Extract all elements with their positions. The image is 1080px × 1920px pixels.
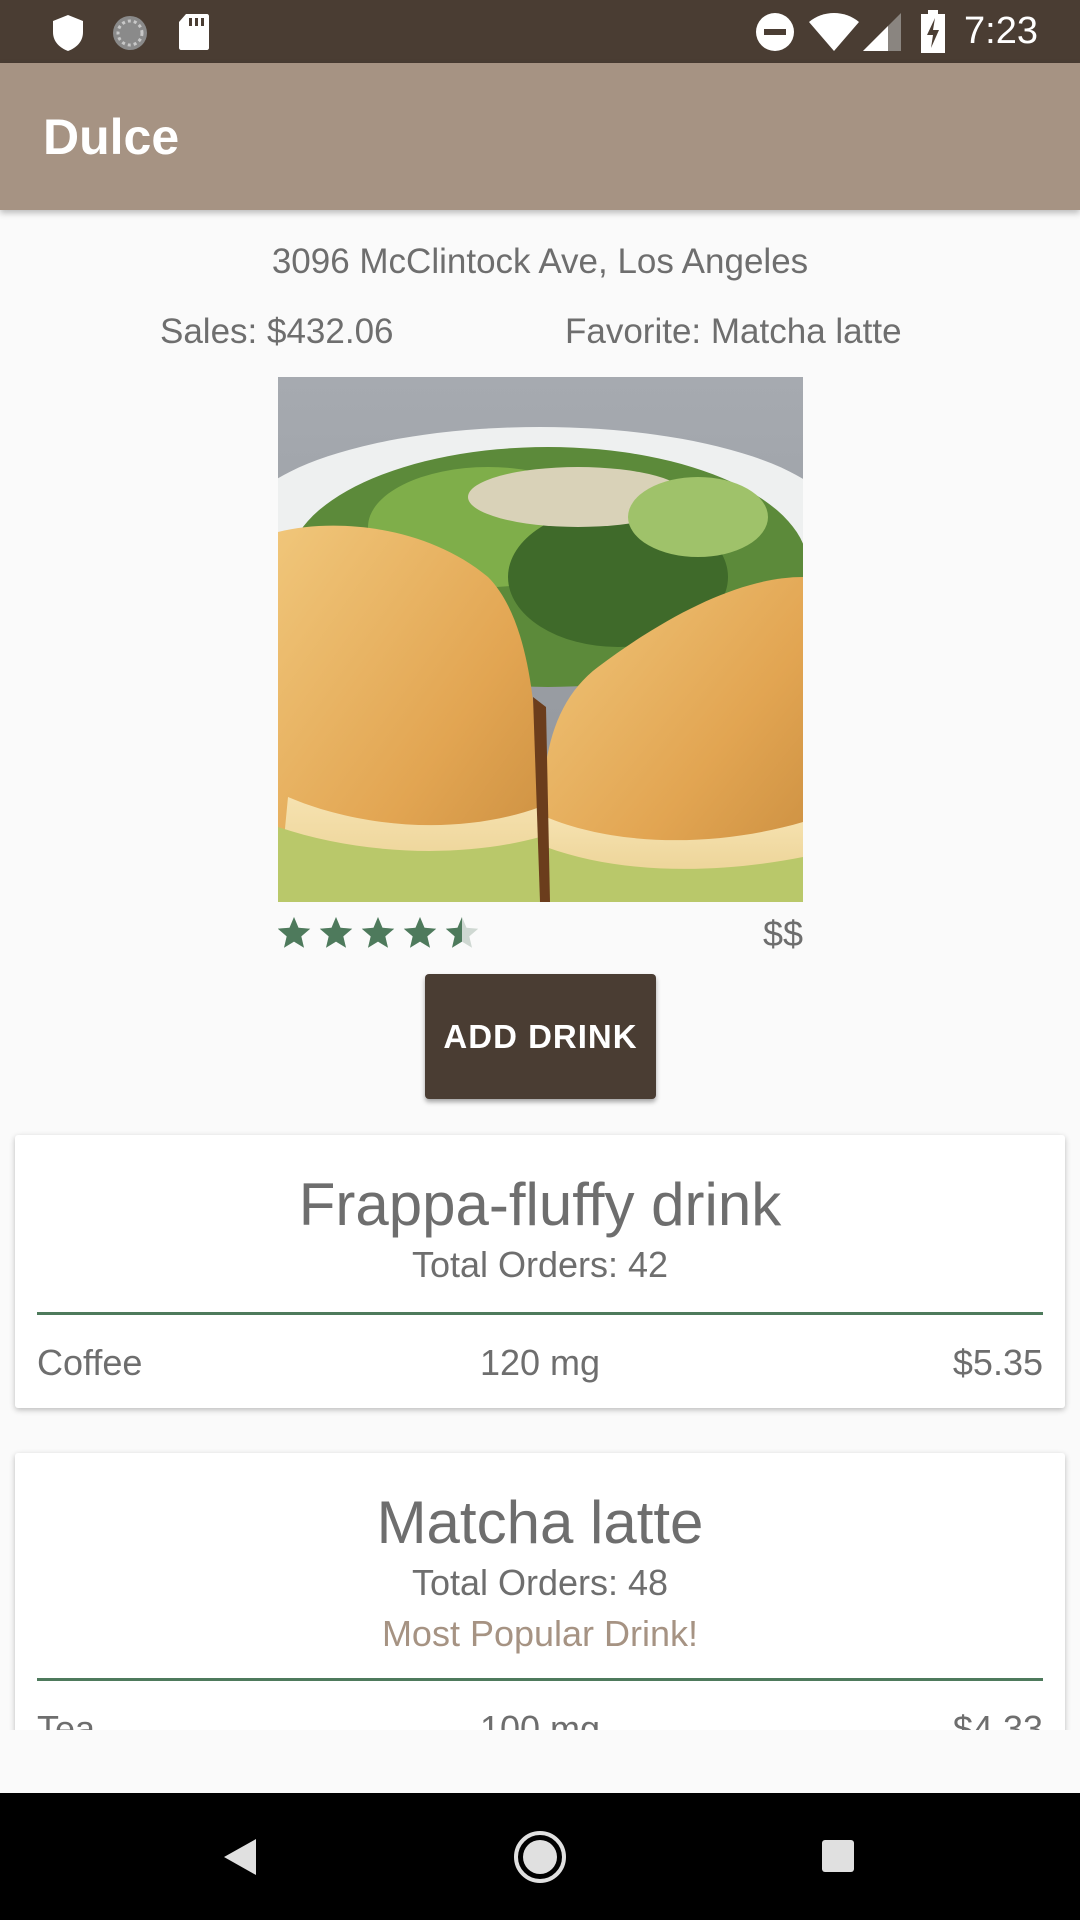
do-not-disturb-icon bbox=[756, 13, 794, 51]
sd-card-icon bbox=[179, 14, 209, 50]
drink-name: Matcha latte bbox=[376, 1489, 704, 1556]
star-filled-icon bbox=[319, 917, 353, 948]
clock: 7:23 bbox=[964, 10, 1038, 52]
price-level: $$ bbox=[762, 913, 803, 954]
drink-card[interactable]: Matcha latte Total Orders: 48 Most Popul… bbox=[15, 1453, 1065, 1730]
home-icon[interactable] bbox=[513, 1830, 567, 1884]
most-popular-badge: Most Popular Drink! bbox=[381, 1613, 699, 1654]
drink-card[interactable]: Frappa-fluffy drink Total Orders: 42 Cof… bbox=[15, 1135, 1065, 1408]
card-divider bbox=[37, 1678, 1043, 1681]
star-filled-icon bbox=[277, 917, 311, 948]
drink-caffeine: 120 mg bbox=[479, 1342, 601, 1383]
drink-name: Frappa-fluffy drink bbox=[298, 1171, 782, 1238]
drink-total-orders: Total Orders: 42 bbox=[411, 1244, 669, 1285]
battery-charging-icon bbox=[921, 10, 945, 53]
sales-total: Sales: $432.06 bbox=[160, 312, 394, 351]
restaurant-address: 3096 McClintock Ave, Los Angeles bbox=[271, 242, 809, 281]
shield-icon bbox=[53, 15, 83, 51]
app-title: Dulce bbox=[43, 109, 180, 165]
drink-total-orders: Total Orders: 48 bbox=[411, 1562, 669, 1603]
add-drink-button[interactable]: ADD DRINK bbox=[425, 974, 656, 1099]
app-bar: Dulce bbox=[0, 63, 1080, 210]
restaurant-photo bbox=[278, 377, 803, 902]
back-icon[interactable] bbox=[222, 1837, 258, 1877]
sync-icon bbox=[113, 16, 147, 50]
drink-price: $4.33 bbox=[952, 1708, 1043, 1730]
rating-stars bbox=[277, 910, 498, 958]
status-bar: 7:23 bbox=[0, 0, 1080, 63]
drink-caffeine: 100 mg bbox=[479, 1708, 601, 1730]
favorite-drink: Favorite: Matcha latte bbox=[565, 312, 902, 351]
wifi-icon bbox=[809, 13, 859, 51]
recents-icon[interactable] bbox=[821, 1839, 855, 1873]
cellular-signal-icon bbox=[863, 13, 901, 51]
drink-price: $5.35 bbox=[952, 1342, 1043, 1383]
navigation-bar bbox=[0, 1793, 1080, 1920]
restaurant-detail: 3096 McClintock Ave, Los Angeles Sales: … bbox=[0, 210, 1080, 1730]
star-filled-icon bbox=[361, 917, 395, 948]
star-filled-icon bbox=[403, 917, 437, 948]
rating-stars-graphic bbox=[277, 917, 479, 948]
card-divider bbox=[37, 1312, 1043, 1315]
